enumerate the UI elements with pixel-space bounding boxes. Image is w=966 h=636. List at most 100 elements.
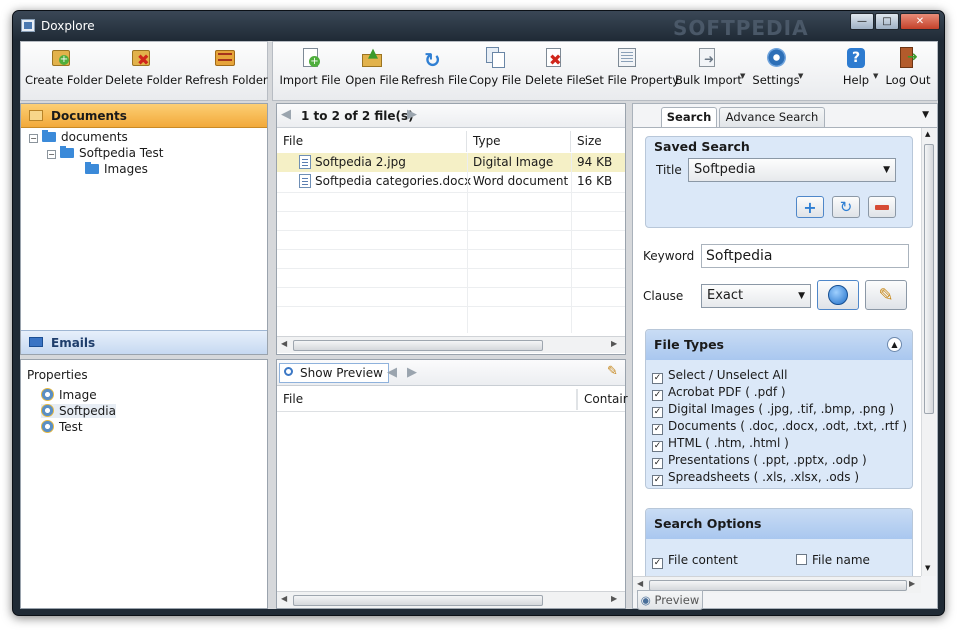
tab-advance-search[interactable]: Advance Search — [719, 107, 825, 127]
log-out-button[interactable]: ➜ Log Out — [883, 46, 933, 98]
file-property-icon — [615, 46, 639, 70]
collapse-up-icon[interactable]: ▲ — [887, 337, 902, 352]
plus-icon: + — [803, 197, 817, 217]
watermark: SOFTPEDIA — [673, 16, 809, 40]
preview-scrollbar[interactable]: ◀ ▶ — [277, 591, 625, 608]
title-label: Title — [656, 163, 682, 177]
help-button[interactable]: ? Help — [837, 46, 875, 98]
settings-button[interactable]: Settings — [751, 46, 801, 98]
file-list-scrollbar[interactable]: ◀ ▶ — [277, 336, 625, 353]
column-header-type[interactable]: Type — [467, 131, 571, 152]
scrollbar-thumb[interactable] — [924, 144, 934, 414]
checkbox-select-all[interactable]: ✓ Select / Unselect All — [652, 368, 787, 384]
remove-saved-search-button[interactable] — [868, 196, 896, 218]
column-header-file[interactable]: File — [277, 131, 467, 152]
open-file-icon: ▲ — [360, 46, 384, 70]
tree-item-documents[interactable]: − documents — [29, 130, 128, 144]
create-folder-icon: + — [49, 46, 73, 70]
prev-page-icon[interactable]: ◀ — [281, 107, 291, 122]
window-title: Doxplore — [41, 19, 95, 33]
folder-icon — [42, 130, 56, 142]
preview-next-icon[interactable]: ▶ — [407, 365, 417, 380]
next-page-icon[interactable]: ▶ — [407, 107, 417, 122]
navigation-panel: Documents − documents − Softpedia Test Ima… — [20, 103, 268, 355]
tree-item-images[interactable]: Images — [85, 162, 148, 176]
search-button[interactable] — [817, 280, 859, 310]
scrollbar-thumb[interactable] — [293, 595, 543, 606]
preview-column-container[interactable]: Contair — [577, 389, 628, 410]
checkbox-file-content[interactable]: ✓ File content — [652, 553, 738, 569]
property-item-test[interactable]: Test — [41, 420, 83, 434]
checkbox-documents[interactable]: ✓ Documents ( .doc, .docx, .odt, .txt, .r… — [652, 419, 907, 435]
word-file-icon — [299, 174, 311, 188]
saved-search-header: Saved Search — [654, 139, 750, 154]
table-row[interactable]: Softpedia categories.docx Word document … — [277, 172, 625, 191]
checkbox-presentations[interactable]: ✓ Presentations ( .ppt, .pptx, .odp ) — [652, 453, 867, 469]
checkbox-images[interactable]: ✓ Digital Images ( .jpg, .tif, .bmp, .png… — [652, 402, 894, 418]
help-icon: ? — [844, 46, 868, 70]
close-button[interactable]: ✕ — [900, 13, 940, 30]
delete-folder-button[interactable]: ✖ Delete Folder — [105, 46, 182, 98]
refresh-saved-search-button[interactable]: ↻ — [832, 196, 860, 218]
property-icon — [41, 388, 54, 401]
preview-tab[interactable]: ◉ Preview — [637, 590, 703, 610]
bulk-import-dropdown-icon[interactable]: ▼ — [740, 72, 745, 80]
show-preview-button[interactable]: Show Preview — [279, 363, 389, 383]
main-toolbar: + Import File ▲ Open File ↻ Refresh File — [272, 41, 938, 101]
keyword-input[interactable]: Softpedia — [701, 244, 909, 268]
tab-search[interactable]: Search — [661, 107, 717, 128]
settings-dropdown-icon[interactable]: ▼ — [798, 72, 803, 80]
documents-folder-icon — [29, 110, 43, 121]
collapse-icon[interactable]: − — [47, 150, 56, 159]
bulk-import-icon: ➜ — [695, 46, 719, 70]
email-icon — [29, 337, 43, 347]
app-icon — [21, 19, 35, 32]
properties-panel: Properties Image Softpedia Test — [20, 359, 268, 609]
minimize-button[interactable]: — — [850, 13, 874, 30]
bulk-import-button[interactable]: ➜ Bulk Import — [675, 46, 742, 98]
tree-item-softpedia-test[interactable]: − Softpedia Test — [47, 146, 163, 160]
maximize-button[interactable]: □ — [875, 13, 899, 30]
property-icon — [41, 420, 54, 433]
help-dropdown-icon[interactable]: ▼ — [873, 72, 878, 80]
scrollbar-thumb[interactable] — [293, 340, 543, 351]
saved-search-select[interactable]: Softpedia ▼ — [688, 158, 896, 182]
file-types-header: File Types — [646, 330, 912, 360]
pager-text: 1 to 2 of 2 file(s) — [301, 109, 414, 123]
property-item-softpedia[interactable]: Softpedia — [41, 404, 116, 418]
preview-column-file[interactable]: File — [277, 389, 577, 410]
refresh-folder-button[interactable]: Refresh Folder — [185, 46, 268, 98]
collapse-icon[interactable]: − — [29, 134, 38, 143]
clause-select[interactable]: Exact ▼ — [701, 284, 811, 308]
import-file-button[interactable]: + Import File — [279, 46, 341, 98]
clear-preview-icon[interactable]: ✎ — [607, 364, 618, 379]
search-panel: Search Advance Search ▼ Saved Search Tit… — [632, 103, 938, 610]
emails-header[interactable]: Emails — [21, 330, 267, 354]
eye-icon: ◉ — [640, 593, 651, 607]
folder-icon — [60, 146, 74, 158]
clear-search-button[interactable]: ✎ — [865, 280, 907, 310]
panel-menu-icon[interactable]: ▼ — [922, 110, 929, 120]
log-out-icon: ➜ — [896, 46, 920, 70]
add-saved-search-button[interactable]: + — [796, 196, 824, 218]
column-header-size[interactable]: Size — [571, 131, 625, 152]
clause-label: Clause — [643, 289, 684, 303]
copy-file-button[interactable]: Copy File — [467, 46, 523, 98]
documents-header[interactable]: Documents — [21, 104, 267, 128]
checkbox-html[interactable]: ✓ HTML ( .htm, .html ) — [652, 436, 789, 452]
set-file-property-button[interactable]: Set File Property — [585, 46, 679, 98]
search-vertical-scrollbar[interactable]: ▲ ▼ — [921, 128, 936, 576]
refresh-file-button[interactable]: ↻ Refresh File — [401, 46, 467, 98]
delete-file-button[interactable]: ✖ Delete File — [525, 46, 586, 98]
chevron-down-icon: ▼ — [798, 291, 805, 301]
open-file-button[interactable]: ▲ Open File — [345, 46, 399, 98]
preview-prev-icon[interactable]: ◀ — [387, 365, 397, 380]
property-item-image[interactable]: Image — [41, 388, 97, 402]
settings-icon — [764, 46, 788, 70]
table-row[interactable]: Softpedia 2.jpg Digital Image 94 KB — [277, 153, 625, 172]
create-folder-button[interactable]: + Create Folder — [25, 46, 102, 98]
checkbox-pdf[interactable]: ✓ Acrobat PDF ( .pdf ) — [652, 385, 786, 401]
checkbox-file-name[interactable]: File name — [796, 553, 870, 567]
checkbox-spreadsheets[interactable]: ✓ Spreadsheets ( .xls, .xlsx, .ods ) — [652, 470, 859, 486]
search-icon — [828, 285, 848, 305]
